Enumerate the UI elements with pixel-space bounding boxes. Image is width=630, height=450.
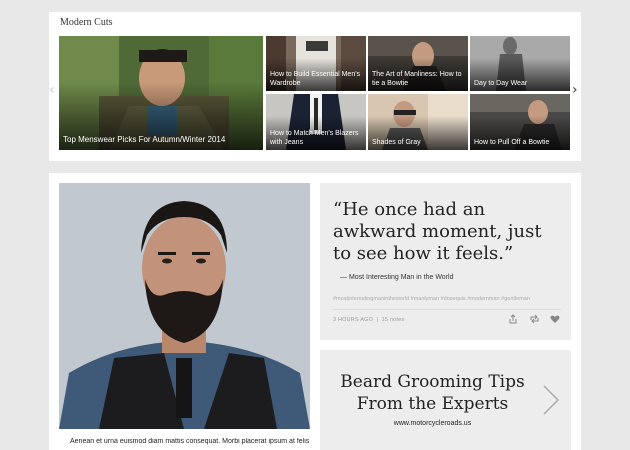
tile-caption: Shades of Gray — [372, 139, 421, 146]
tile-day-to-day[interactable]: Day to Day Wear — [470, 36, 570, 91]
post-timestamp[interactable]: 3 HOURS AGO — [333, 317, 373, 323]
divider — [333, 309, 561, 310]
tile-caption: How to Build Essential Men's Wardrobe — [270, 71, 361, 87]
featured-caption: Top Menswear Picks For Autumn/Winter 201… — [63, 135, 226, 144]
tile-shades-of-gray[interactable]: Shades of Gray — [368, 94, 468, 150]
chevron-left-icon[interactable]: ‹ — [49, 83, 55, 97]
posts-panel: Aenean et urna euismod diam mattis conse… — [49, 173, 581, 450]
post-image[interactable] — [59, 183, 310, 429]
modern-cuts-panel: Modern Cuts Top Menswear Picks For Autum… — [49, 12, 581, 161]
tile-blazers-jeans[interactable]: How to Match Men's Blazers with Jeans — [266, 94, 366, 150]
promo-card[interactable]: Beard Grooming Tips From the Experts www… — [320, 350, 571, 450]
tile-tie-bowtie[interactable]: The Art of Manliness: How to tie a Bowti… — [368, 36, 468, 91]
section-title: Modern Cuts — [60, 17, 113, 28]
meta-separator: | — [374, 317, 380, 323]
promo-title: Beard Grooming Tips From the Experts — [340, 372, 525, 414]
quote-text: “He once had an awkward moment, just to … — [333, 199, 542, 264]
quote-author: — Most Interesting Man in the World — [340, 274, 454, 281]
quote-tags[interactable]: #mostinterestingmanintheworld #manlyman … — [333, 296, 530, 302]
tile-caption: Day to Day Wear — [474, 80, 528, 87]
tile-caption: The Art of Manliness: How to tie a Bowti… — [372, 71, 462, 87]
tile-essential-wardrobe[interactable]: How to Build Essential Men's Wardrobe — [266, 36, 366, 91]
featured-tile[interactable]: Top Menswear Picks For Autumn/Winter 201… — [59, 36, 263, 150]
post-caption: Aenean et urna euismod diam mattis conse… — [70, 438, 310, 445]
tile-caption: How to Pull Off a Bowtie — [474, 139, 550, 146]
promo-url[interactable]: www.motorcycleroads.us — [330, 420, 535, 427]
quote-card: “He once had an awkward moment, just to … — [320, 183, 571, 340]
post-meta: 3 HOURS AGO | 15 notes — [333, 317, 404, 323]
tile-caption: How to Match Men's Blazers with Jeans — [270, 130, 359, 146]
reblog-icon[interactable] — [529, 314, 540, 327]
notes-count[interactable]: 15 notes — [382, 317, 405, 323]
chevron-right-icon[interactable]: › — [572, 83, 578, 97]
bearded-man-photo — [59, 183, 310, 429]
share-icon[interactable] — [508, 314, 518, 327]
tile-pull-off-bowtie[interactable]: How to Pull Off a Bowtie — [470, 94, 570, 150]
heart-icon[interactable] — [550, 314, 560, 327]
chevron-right-icon[interactable] — [542, 384, 560, 416]
